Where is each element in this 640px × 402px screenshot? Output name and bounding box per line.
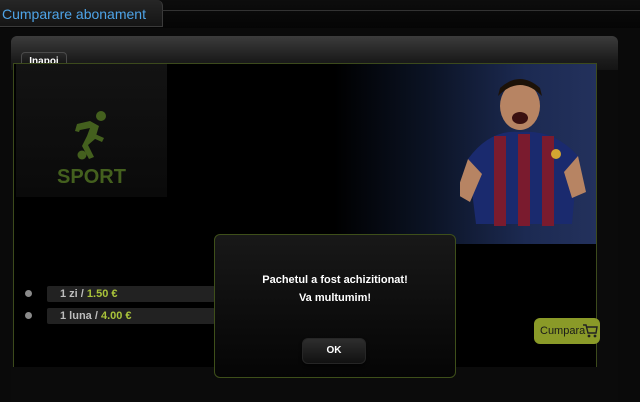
hero-banner: SPORT — [14, 64, 596, 244]
radio-dot-icon[interactable] — [25, 290, 32, 297]
shopping-cart-icon — [583, 324, 598, 341]
buy-button-label: Cumpara — [540, 325, 586, 337]
soccer-player-icon — [74, 110, 108, 165]
price-duration: 1 zi — [60, 288, 78, 300]
buy-button[interactable]: Cumpara — [534, 318, 600, 344]
tab-cumparare-abonament[interactable]: Cumparare abonament — [0, 0, 163, 27]
tab-divider — [162, 10, 640, 11]
confirmation-dialog: Pachetul a fost achizitionat! Va multumi… — [214, 234, 456, 378]
price-duration: 1 luna — [60, 310, 92, 322]
tab-bar: Cumparare abonament — [0, 0, 640, 28]
price-option-label: 1 zi / 1.50 € — [60, 286, 118, 302]
price-option-1zi[interactable]: 1 zi / 1.50 € — [25, 286, 215, 302]
price-option-label: 1 luna / 4.00 € — [60, 308, 132, 324]
sport-category-tile: SPORT — [16, 64, 167, 197]
player-image — [456, 74, 590, 244]
price-value: 4.00 € — [100, 310, 132, 322]
price-value: 1.50 € — [86, 288, 118, 300]
ok-button[interactable]: OK — [302, 338, 366, 364]
radio-dot-icon[interactable] — [25, 312, 32, 319]
price-separator: / — [91, 310, 101, 322]
price-option-1luna[interactable]: 1 luna / 4.00 € — [25, 308, 215, 324]
category-label: SPORT — [57, 166, 126, 188]
dialog-message-line2: Va multumim! — [298, 292, 372, 304]
tab-title: Cumparare abonament — [2, 6, 146, 22]
dialog-message-line1: Pachetul a fost achizitionat! — [262, 274, 408, 286]
price-separator: / — [77, 288, 87, 300]
